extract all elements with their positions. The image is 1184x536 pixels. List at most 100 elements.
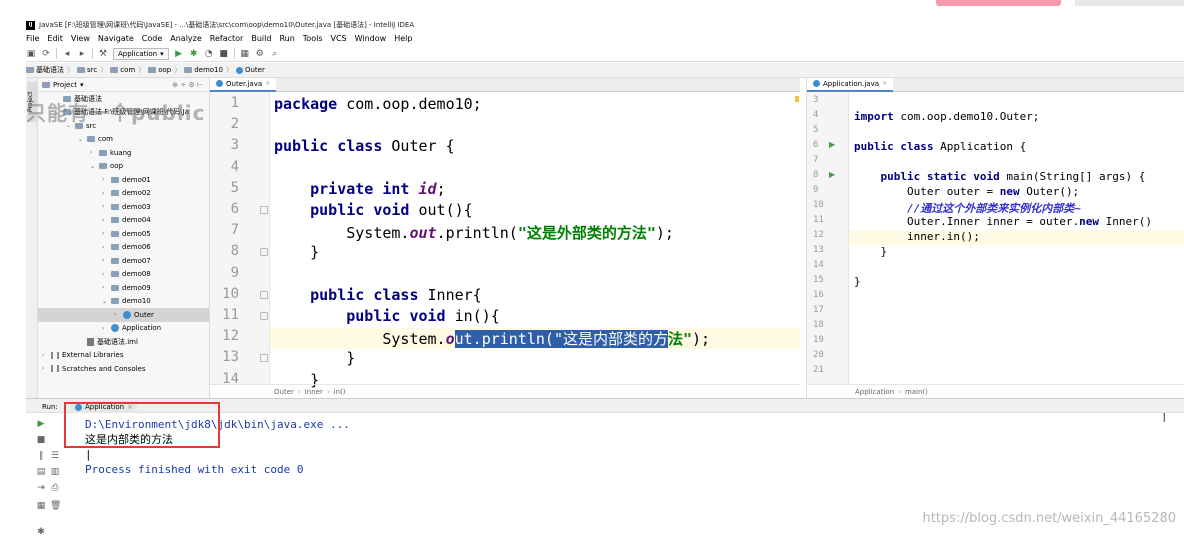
stop-icon[interactable]: ■ bbox=[36, 435, 46, 445]
pause-icon[interactable]: ∥ bbox=[36, 451, 46, 461]
menu-item-window[interactable]: Window bbox=[355, 34, 387, 43]
code-line[interactable]: public class Application { bbox=[854, 140, 1026, 153]
save-icon[interactable]: ▣ bbox=[26, 49, 36, 59]
code-line[interactable]: inner.in(); bbox=[854, 230, 980, 243]
menu-item-file[interactable]: File bbox=[26, 34, 39, 43]
code-line[interactable]: package com.oop.demo10; bbox=[274, 95, 482, 113]
chevron-right-icon[interactable]: › bbox=[102, 284, 108, 291]
tree-item[interactable]: › demo04 bbox=[102, 214, 151, 228]
menu-item-code[interactable]: Code bbox=[142, 34, 162, 43]
code-line[interactable]: Outer.Inner inner = outer.new Inner() bbox=[854, 215, 1152, 228]
chevron-down-icon[interactable]: ⌄ bbox=[90, 163, 96, 170]
code-line[interactable]: public void out(){ bbox=[274, 201, 473, 219]
code-line[interactable]: } bbox=[854, 245, 887, 258]
tree-item[interactable]: › demo08 bbox=[102, 268, 151, 282]
project-panel-title[interactable]: Project bbox=[53, 81, 77, 89]
restore-layout-icon[interactable]: ▤ bbox=[36, 467, 46, 477]
close-icon[interactable]: × bbox=[882, 80, 887, 87]
stop-icon[interactable]: ■ bbox=[219, 49, 229, 59]
chevron-right-icon[interactable]: › bbox=[102, 176, 108, 183]
print-icon[interactable]: ⎙ bbox=[50, 483, 60, 493]
settings-icon[interactable]: ⚙ bbox=[255, 49, 265, 59]
build-icon[interactable]: ⚒ bbox=[98, 49, 108, 59]
tab-application-java[interactable]: Application.java × bbox=[807, 77, 894, 92]
breadcrumb-item[interactable]: 基础语法 bbox=[26, 65, 64, 75]
run-config-dropdown[interactable]: Application ▾ bbox=[113, 47, 169, 60]
panel-settings-icon[interactable]: ⊕ ÷ ⚙ ⊢ bbox=[172, 81, 203, 89]
code-line[interactable]: } bbox=[854, 275, 861, 288]
tree-item[interactable]: › Application bbox=[102, 322, 161, 336]
tree-item[interactable]: › kuang bbox=[90, 146, 131, 160]
chevron-right-icon[interactable]: › bbox=[114, 311, 120, 318]
tree-item[interactable]: › External Libraries bbox=[42, 349, 124, 363]
debug-icon[interactable]: ✱ bbox=[189, 49, 199, 59]
tree-item[interactable]: › demo07 bbox=[102, 254, 151, 268]
breadcrumb-item[interactable]: demo10 bbox=[184, 66, 223, 74]
close-icon[interactable]: × bbox=[265, 80, 270, 87]
chevron-right-icon[interactable]: › bbox=[102, 257, 108, 264]
chevron-right-icon[interactable]: › bbox=[102, 190, 108, 197]
tree-item[interactable]: › demo02 bbox=[102, 187, 151, 201]
menu-item-help[interactable]: Help bbox=[394, 34, 412, 43]
tree-item[interactable]: › demo06 bbox=[102, 241, 151, 255]
sync-icon[interactable]: ⟳ bbox=[41, 49, 51, 59]
soft-wrap-icon[interactable]: ☰ bbox=[50, 451, 60, 461]
status-crumb[interactable]: Inner bbox=[305, 388, 323, 396]
chevron-right-icon[interactable]: › bbox=[102, 271, 108, 278]
code-line[interactable]: } bbox=[274, 243, 319, 261]
code-line[interactable]: Outer outer = new Outer(); bbox=[854, 185, 1079, 198]
tree-item[interactable]: › demo03 bbox=[102, 200, 151, 214]
code-area[interactable]: package com.oop.demo10; public class Oute… bbox=[210, 92, 800, 389]
tree-item[interactable]: › demo01 bbox=[102, 173, 151, 187]
coverage-icon[interactable]: ◔ bbox=[204, 49, 214, 59]
chevron-down-icon[interactable]: ▾ bbox=[80, 81, 84, 89]
menu-item-tools[interactable]: Tools bbox=[303, 34, 323, 43]
warning-marker[interactable] bbox=[795, 96, 799, 102]
back-icon[interactable]: ◂ bbox=[62, 49, 72, 59]
pin-icon[interactable]: ✱ bbox=[36, 527, 46, 536]
chevron-down-icon[interactable]: ⌄ bbox=[78, 136, 84, 143]
code-line[interactable]: private int id; bbox=[274, 180, 445, 198]
tree-item[interactable]: › demo05 bbox=[102, 227, 151, 241]
tree-item[interactable]: › demo09 bbox=[102, 281, 151, 295]
chevron-right-icon[interactable]: › bbox=[102, 230, 108, 237]
dump-threads-icon[interactable]: ▥ bbox=[50, 467, 60, 477]
menu-item-analyze[interactable]: Analyze bbox=[170, 34, 202, 43]
code-line[interactable]: //通过这个外部类来实例化内部类~ bbox=[854, 200, 1081, 216]
status-crumb[interactable]: Outer bbox=[274, 388, 294, 396]
menu-item-edit[interactable]: Edit bbox=[47, 34, 63, 43]
forward-icon[interactable]: ▸ bbox=[77, 49, 87, 59]
exit-icon[interactable]: ⇥ bbox=[36, 483, 46, 493]
breadcrumb-item[interactable]: oop bbox=[148, 66, 171, 74]
chevron-right-icon[interactable]: › bbox=[102, 325, 108, 332]
breadcrumb-item[interactable]: com bbox=[110, 66, 135, 74]
code-line[interactable]: public class Inner{ bbox=[274, 286, 482, 304]
tree-item[interactable]: › Outer bbox=[38, 308, 209, 322]
tree-item[interactable]: › Scratches and Consoles bbox=[42, 362, 146, 376]
status-crumb[interactable]: main() bbox=[905, 388, 928, 396]
chevron-right-icon[interactable]: › bbox=[102, 217, 108, 224]
tree-item[interactable]: ⌄ demo10 bbox=[102, 295, 151, 309]
chevron-right-icon[interactable]: › bbox=[90, 149, 96, 156]
code-line[interactable]: public class Outer { bbox=[274, 137, 455, 155]
rerun-icon[interactable]: ▶ bbox=[36, 419, 46, 429]
grey-button[interactable] bbox=[1075, 0, 1184, 6]
chevron-right-icon[interactable]: › bbox=[102, 244, 108, 251]
chevron-right-icon[interactable]: › bbox=[42, 352, 48, 359]
trash-icon[interactable]: 🗑 bbox=[50, 501, 61, 511]
menu-item-refactor[interactable]: Refactor bbox=[210, 34, 244, 43]
menu-item-vcs[interactable]: VCS bbox=[331, 34, 347, 43]
menu-item-navigate[interactable]: Navigate bbox=[98, 34, 134, 43]
settings-icon[interactable]: ▦ bbox=[36, 501, 46, 511]
code-area[interactable]: import com.oop.demo10.Outer; public class… bbox=[807, 92, 1184, 384]
breadcrumb-item[interactable]: Outer bbox=[235, 66, 265, 74]
code-line[interactable]: System.out.println("这是外部类的方法"); bbox=[274, 222, 674, 243]
search-icon[interactable]: ⌕ bbox=[270, 49, 280, 59]
code-line[interactable]: public void in(){ bbox=[274, 307, 500, 325]
tree-item[interactable]: ⌄ oop bbox=[90, 160, 123, 174]
tree-item[interactable]: 基础语法.iml bbox=[78, 335, 138, 349]
menu-item-build[interactable]: Build bbox=[251, 34, 271, 43]
menu-item-run[interactable]: Run bbox=[279, 34, 294, 43]
run-icon[interactable]: ▶ bbox=[174, 49, 184, 59]
code-line[interactable]: public static void main(String[] args) { bbox=[854, 170, 1145, 183]
